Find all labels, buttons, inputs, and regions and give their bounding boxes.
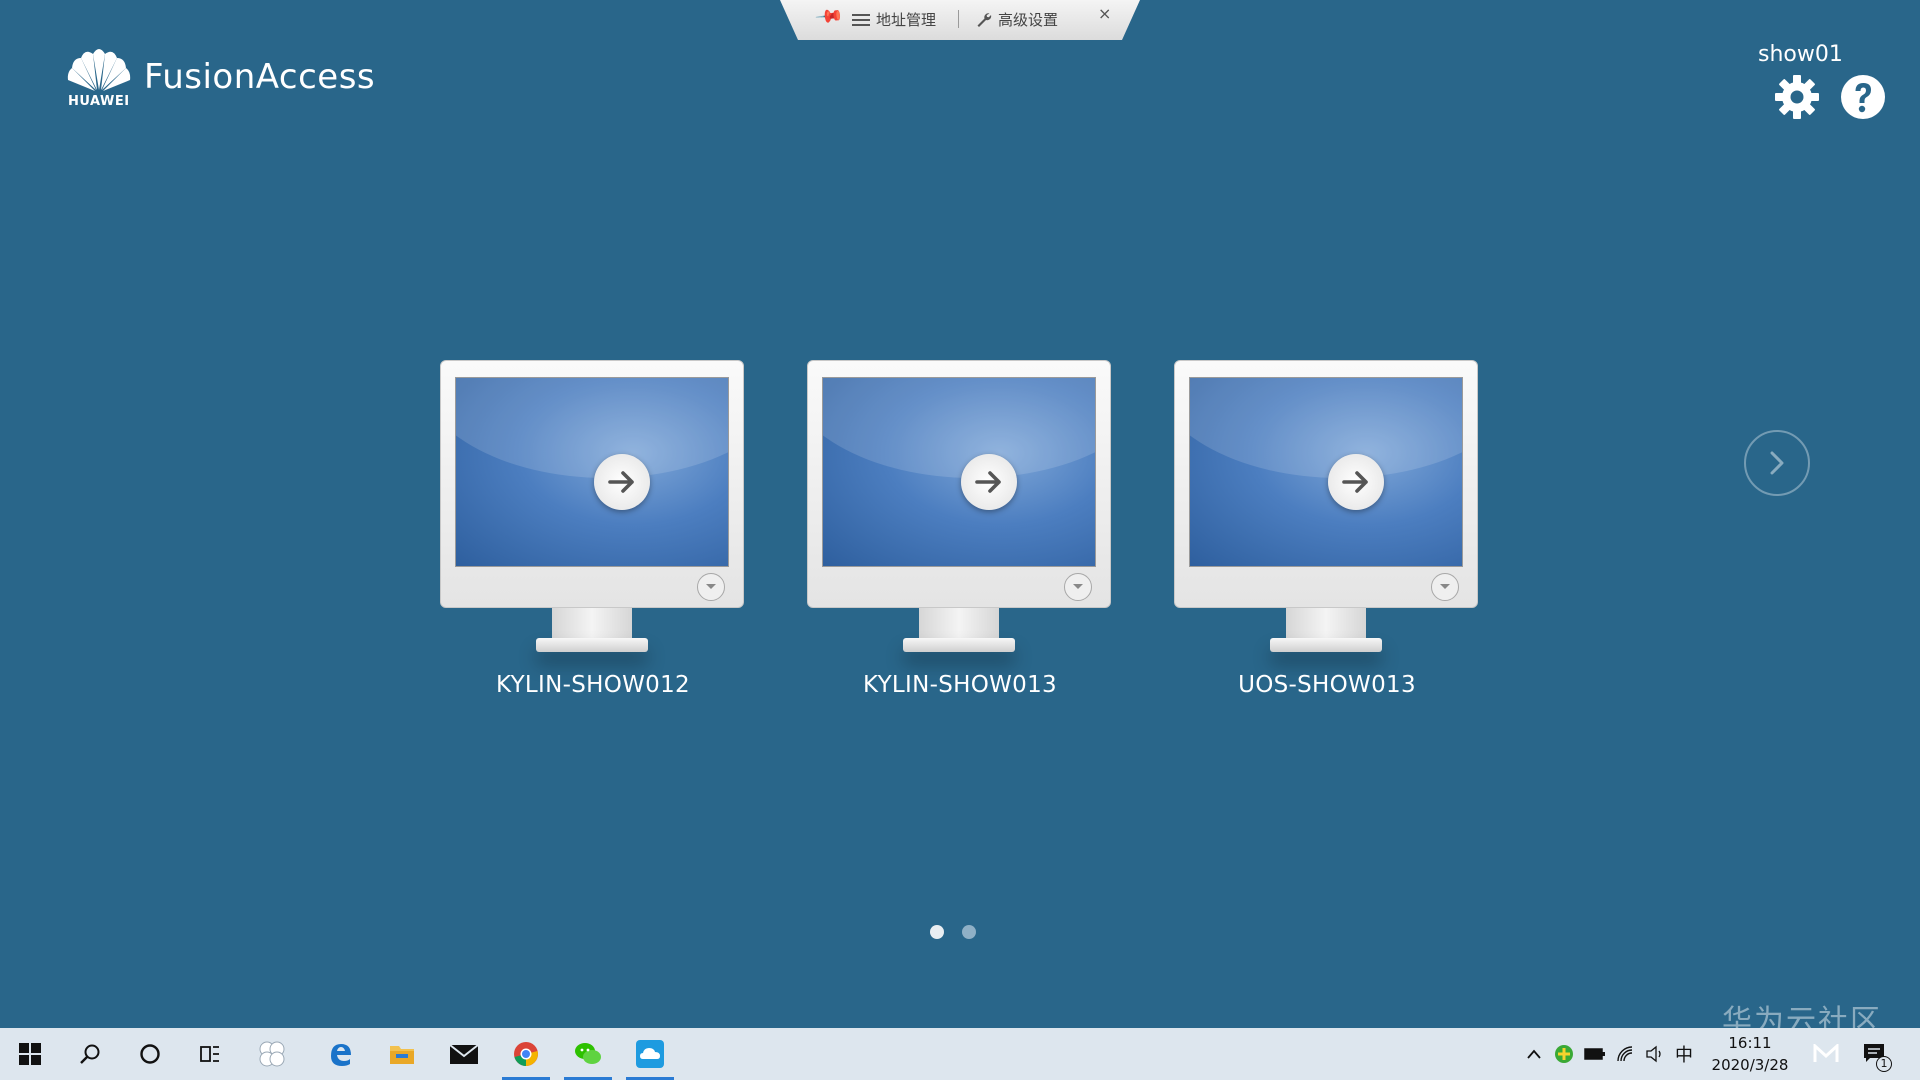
logo: HUAWEI FusionAccess [66,44,375,110]
green-plus-icon [1555,1045,1573,1063]
desktop-card[interactable]: UOS-SHOW013 [1174,360,1480,700]
monitor-frame [807,360,1111,608]
desktop-name[interactable]: KYLIN-SHOW013 [807,672,1113,698]
help-button[interactable] [1838,72,1888,122]
chevron-down-icon [706,584,716,589]
monitor-frame [1174,360,1478,608]
monitor-screen [455,377,729,567]
clock[interactable]: 16:11 2020/3/28 [1700,1032,1800,1076]
wifi-icon [1617,1046,1633,1062]
advanced-settings-button[interactable]: 高级设置 [976,9,1058,30]
taskbar-app-chrome[interactable] [498,1028,554,1080]
huawei-logo-icon: HUAWEI [66,44,132,110]
connect-button[interactable] [1328,454,1384,510]
volume-indicator[interactable] [1645,1028,1665,1080]
tray-app-m[interactable] [1812,1028,1840,1080]
chevron-down-icon [1073,584,1083,589]
notification-center-button[interactable]: 1 [1862,1028,1892,1080]
monitor-stand [919,608,999,642]
wrench-icon [977,12,992,27]
cloud-desktop-icon [636,1040,664,1068]
chevron-down-icon [1440,584,1450,589]
search-button[interactable] [62,1028,118,1080]
taskbar-app-mail[interactable] [436,1028,492,1080]
ime-indicator[interactable]: 中 [1675,1028,1693,1080]
address-manage-label: 地址管理 [876,11,937,29]
desktop-card[interactable]: KYLIN-SHOW013 [807,360,1113,700]
clock-date: 2020/3/28 [1711,1056,1789,1074]
username-label: show01 [1758,42,1843,67]
app-title: FusionAccess [144,57,376,97]
desktop-card[interactable]: KYLIN-SHOW012 [440,360,746,700]
clock-time: 16:11 [1728,1034,1772,1052]
monitor-screen [822,377,1096,567]
next-page-button[interactable] [1744,430,1810,496]
edge-browser-icon [331,1044,351,1066]
monitor-base [536,638,648,652]
wechat-icon [575,1043,601,1064]
monitor-base [903,638,1015,652]
monitor-screen [1189,377,1463,567]
taskbar: 中 16:11 2020/3/28 1 [0,1028,1920,1080]
taskbar-app-fusionaccess[interactable] [622,1028,678,1080]
start-button[interactable] [2,1028,58,1080]
list-icon [852,13,870,27]
gear-icon [1775,75,1819,119]
desktop-menu-button[interactable] [697,573,725,601]
advanced-settings-label: 高级设置 [998,11,1059,29]
toolbar-close-button[interactable]: × [1098,4,1111,23]
pin-icon[interactable]: 📌 [814,1,845,31]
task-view-icon [200,1046,219,1062]
taskbar-app-wechat[interactable] [560,1028,616,1080]
chevron-right-icon [1770,451,1784,475]
desktop-name[interactable]: KYLIN-SHOW012 [440,672,746,698]
network-indicator[interactable] [1616,1028,1636,1080]
tray-app-plus[interactable] [1554,1028,1574,1080]
mail-icon [449,1044,479,1064]
top-toolbar: 📌 地址管理 高级设置 × [780,0,1140,40]
page-dot-2[interactable] [962,925,976,939]
monitor-base [1270,638,1382,652]
monitor-stand [552,608,632,642]
notification-count-badge: 1 [1876,1056,1892,1072]
folder-icon [390,1046,414,1064]
connect-button[interactable] [594,454,650,510]
puzzle-app-icon [259,1041,285,1067]
taskbar-app-edge[interactable] [312,1028,368,1080]
arrow-right-icon [608,471,634,493]
battery-icon [1584,1048,1605,1060]
taskbar-app-explorer[interactable] [374,1028,430,1080]
monitor-frame [440,360,744,608]
chrome-icon [514,1042,538,1066]
address-manage-button[interactable]: 地址管理 [852,9,936,30]
arrow-right-icon [1342,471,1368,493]
page-dot-1[interactable] [930,925,944,939]
desktop-name[interactable]: UOS-SHOW013 [1174,672,1480,698]
cortana-button[interactable] [122,1028,178,1080]
desktop-menu-button[interactable] [1431,573,1459,601]
task-view-button[interactable] [182,1028,238,1080]
show-hidden-icons-button[interactable] [1526,1028,1542,1080]
connect-button[interactable] [961,454,1017,510]
monitor-stand [1286,608,1366,642]
taskbar-app-puzzle[interactable] [244,1028,300,1080]
desktop-menu-button[interactable] [1064,573,1092,601]
arrow-right-icon [975,471,1001,493]
battery-indicator[interactable] [1584,1028,1606,1080]
chevron-up-icon [1527,1049,1541,1059]
huawei-brand-text: HUAWEI [68,94,130,109]
cortana-circle-icon [140,1044,160,1064]
help-icon [1841,75,1885,119]
pagination [930,925,976,939]
windows-icon [19,1043,41,1065]
m-app-icon [1813,1044,1839,1062]
speaker-icon [1646,1045,1661,1063]
search-icon [80,1044,100,1064]
settings-button[interactable] [1772,72,1822,122]
toolbar-divider [958,10,959,28]
